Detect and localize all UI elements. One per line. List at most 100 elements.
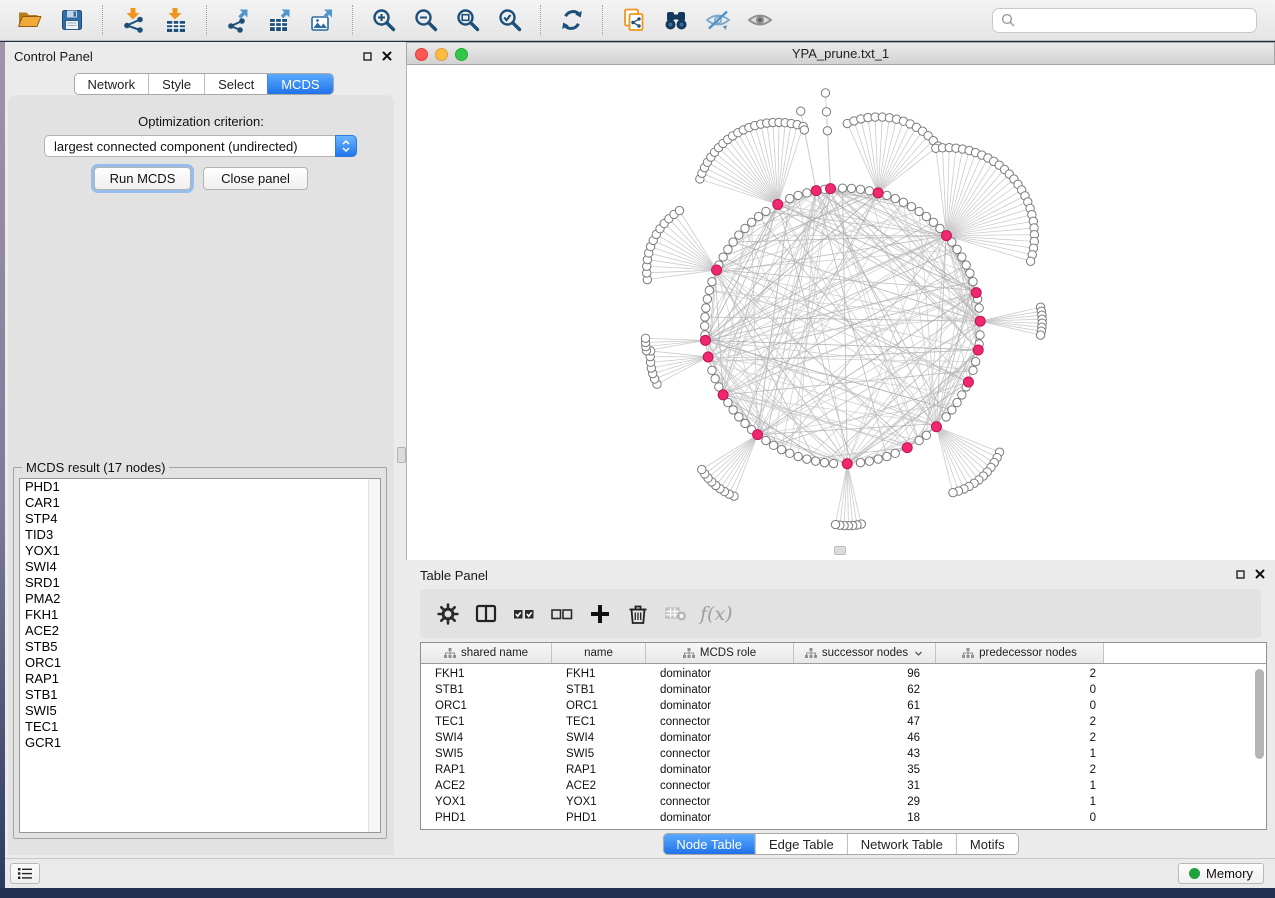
network-node[interactable] bbox=[711, 375, 719, 383]
column-header-predecessor-nodes[interactable]: predecessor nodes bbox=[936, 643, 1104, 663]
network-leaf-node[interactable] bbox=[823, 127, 831, 135]
show-graphics-details-button[interactable] bbox=[740, 3, 780, 37]
network-hub-node[interactable] bbox=[902, 443, 912, 453]
manage-networks-button[interactable] bbox=[614, 3, 654, 37]
network-edge[interactable] bbox=[712, 435, 758, 482]
network-node[interactable] bbox=[741, 419, 749, 427]
network-hub-node[interactable] bbox=[773, 199, 783, 209]
network-node[interactable] bbox=[786, 449, 794, 457]
network-node[interactable] bbox=[829, 459, 837, 467]
mcds-result-item[interactable]: STP4 bbox=[20, 511, 380, 527]
table-row[interactable]: RAP1RAP1dominator352 bbox=[421, 762, 1266, 778]
network-edge[interactable] bbox=[646, 338, 706, 340]
tab-edge-table[interactable]: Edge Table bbox=[755, 834, 847, 854]
mcds-result-item[interactable]: ACE2 bbox=[20, 623, 380, 639]
network-node[interactable] bbox=[922, 212, 930, 220]
network-node[interactable] bbox=[856, 458, 864, 466]
network-node[interactable] bbox=[811, 457, 819, 465]
delete-columns-button[interactable] bbox=[620, 596, 656, 632]
show-columns-button[interactable] bbox=[468, 596, 504, 632]
network-edge[interactable] bbox=[655, 357, 709, 379]
network-node[interactable] bbox=[820, 458, 828, 466]
network-edge[interactable] bbox=[651, 351, 709, 357]
network-edge[interactable] bbox=[778, 125, 797, 205]
tab-network[interactable]: Network bbox=[74, 74, 148, 94]
table-scrollbar-thumb[interactable] bbox=[1255, 669, 1264, 759]
zoom-fit-button[interactable] bbox=[448, 3, 488, 37]
close-panel-icon[interactable] bbox=[1255, 569, 1265, 579]
network-node[interactable] bbox=[891, 194, 899, 202]
network-node[interactable] bbox=[883, 452, 891, 460]
network-node[interactable] bbox=[915, 436, 923, 444]
mcds-result-item[interactable]: STB1 bbox=[20, 687, 380, 703]
float-panel-icon[interactable] bbox=[363, 52, 372, 61]
window-minimize-button[interactable] bbox=[435, 48, 448, 61]
network-node[interactable] bbox=[703, 295, 711, 303]
mcds-result-item[interactable]: YOX1 bbox=[20, 543, 380, 559]
search-all-networks-button[interactable] bbox=[656, 3, 696, 37]
network-node[interactable] bbox=[794, 191, 802, 199]
network-node[interactable] bbox=[741, 224, 749, 232]
tab-network-table[interactable]: Network Table bbox=[847, 834, 956, 854]
network-hub-node[interactable] bbox=[712, 265, 722, 275]
mcds-result-item[interactable]: FKH1 bbox=[20, 607, 380, 623]
network-node[interactable] bbox=[958, 253, 966, 261]
import-network-button[interactable] bbox=[114, 3, 154, 37]
network-node[interactable] bbox=[700, 322, 708, 330]
network-node[interactable] bbox=[958, 391, 966, 399]
network-node[interactable] bbox=[708, 366, 716, 374]
refresh-view-button[interactable] bbox=[552, 3, 592, 37]
network-node[interactable] bbox=[942, 413, 950, 421]
network-node[interactable] bbox=[865, 457, 873, 465]
network-node[interactable] bbox=[874, 455, 882, 463]
network-node[interactable] bbox=[969, 366, 977, 374]
network-hub-node[interactable] bbox=[753, 430, 763, 440]
network-edge[interactable] bbox=[660, 229, 717, 270]
network-hub-node[interactable] bbox=[811, 186, 821, 196]
network-node[interactable] bbox=[907, 202, 915, 210]
network-edge[interactable] bbox=[723, 395, 940, 424]
network-leaf-node[interactable] bbox=[698, 465, 706, 473]
network-leaf-node[interactable] bbox=[831, 520, 839, 528]
network-leaf-node[interactable] bbox=[641, 334, 649, 342]
network-node[interactable] bbox=[729, 238, 737, 246]
network-node[interactable] bbox=[762, 207, 770, 215]
mcds-result-item[interactable]: PMA2 bbox=[20, 591, 380, 607]
network-edge[interactable] bbox=[717, 270, 861, 463]
network-node[interactable] bbox=[899, 198, 907, 206]
table-settings-button[interactable] bbox=[430, 596, 466, 632]
network-edge[interactable] bbox=[708, 435, 758, 479]
mcds-result-item[interactable]: TEC1 bbox=[20, 719, 380, 735]
network-leaf-node[interactable] bbox=[1036, 331, 1044, 339]
tab-node-table[interactable]: Node Table bbox=[663, 834, 755, 854]
network-node[interactable] bbox=[735, 231, 743, 239]
network-node[interactable] bbox=[729, 406, 737, 414]
mcds-result-item[interactable]: PHD1 bbox=[20, 479, 380, 495]
table-row[interactable]: ORC1ORC1dominator610 bbox=[421, 698, 1266, 714]
export-network-button[interactable] bbox=[218, 3, 258, 37]
network-edge[interactable] bbox=[946, 184, 1018, 235]
window-zoom-button[interactable] bbox=[455, 48, 468, 61]
open-session-button[interactable] bbox=[10, 3, 50, 37]
network-edge[interactable] bbox=[878, 141, 933, 193]
add-column-button[interactable] bbox=[582, 596, 618, 632]
network-node[interactable] bbox=[762, 436, 770, 444]
tab-mcds[interactable]: MCDS bbox=[267, 74, 332, 94]
import-table-button[interactable] bbox=[156, 3, 196, 37]
close-panel-button[interactable]: Close panel bbox=[203, 167, 308, 190]
network-edge[interactable] bbox=[669, 219, 717, 270]
result-list-scrollbar[interactable] bbox=[368, 479, 380, 832]
network-node[interactable] bbox=[966, 269, 974, 277]
show-panels-menu-button[interactable] bbox=[10, 863, 40, 884]
network-edge[interactable] bbox=[708, 357, 962, 395]
network-node[interactable] bbox=[838, 184, 846, 192]
network-edge[interactable] bbox=[878, 146, 938, 193]
network-node[interactable] bbox=[701, 313, 709, 321]
network-edge[interactable] bbox=[825, 189, 937, 426]
table-row[interactable]: SWI5SWI5connector431 bbox=[421, 746, 1266, 762]
network-leaf-node[interactable] bbox=[800, 126, 808, 134]
zoom-selected-button[interactable] bbox=[490, 3, 530, 37]
network-node[interactable] bbox=[975, 304, 983, 312]
network-edge[interactable] bbox=[651, 357, 708, 368]
network-hub-node[interactable] bbox=[941, 231, 951, 241]
